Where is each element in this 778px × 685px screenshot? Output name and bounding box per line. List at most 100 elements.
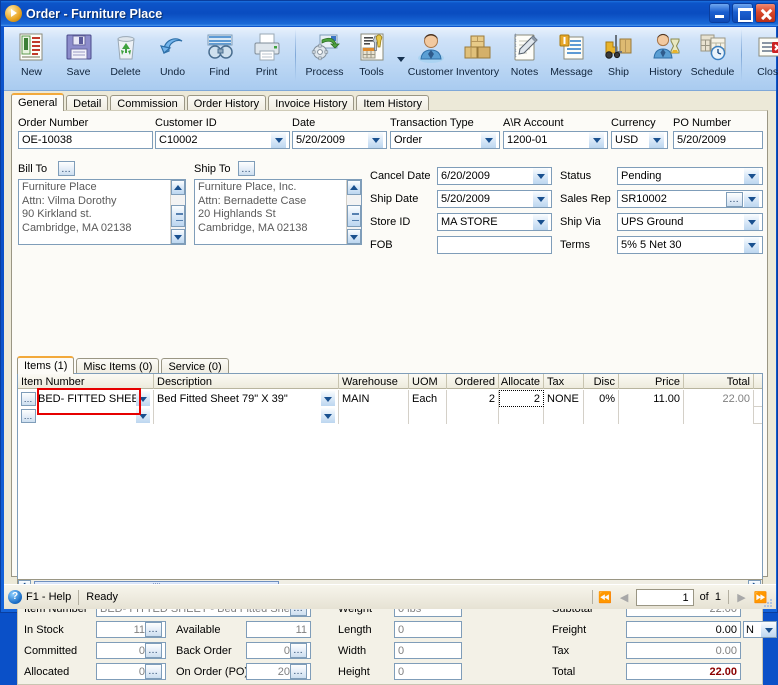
nav-prev-button[interactable]: ◀ (615, 589, 634, 606)
toolbar-button-customer[interactable]: Customer (407, 27, 454, 89)
cell-description[interactable] (154, 407, 339, 424)
scroll-up-icon[interactable] (347, 180, 361, 195)
length-input[interactable]: 0 (394, 621, 462, 638)
allocated-ellipsis-button[interactable]: … (145, 664, 162, 679)
chevron-down-icon[interactable] (532, 191, 548, 207)
chevron-down-icon[interactable] (588, 132, 604, 148)
toolbar-button-inventory[interactable]: Inventory (454, 27, 501, 89)
po-number-input[interactable]: 5/20/2009 (673, 131, 763, 149)
allocated-input[interactable]: 0 … (96, 663, 166, 680)
cell-item-number[interactable]: … BED- FITTED SHEET (18, 390, 154, 407)
table-row[interactable]: … (18, 407, 762, 424)
grid-col-warehouse[interactable]: Warehouse (339, 374, 409, 389)
grid-col-uom[interactable]: UOM (409, 374, 447, 389)
cell-tax[interactable]: NONE (544, 390, 584, 407)
in-stock-ellipsis-button[interactable]: … (145, 622, 162, 637)
title-bar[interactable]: Order - Furniture Place (1, 1, 778, 26)
close-button[interactable] (755, 3, 776, 23)
scroll-down-icon[interactable] (347, 229, 361, 244)
help-button[interactable]: ? F1 - Help (8, 590, 71, 604)
toolbar-button-ship[interactable]: Ship (595, 27, 642, 89)
cell-uom[interactable] (409, 407, 447, 424)
committed-input[interactable]: 0 … (96, 642, 166, 659)
scroll-up-icon[interactable] (171, 180, 185, 195)
scroll-track[interactable] (347, 195, 361, 229)
transaction-type-combo[interactable]: Order (390, 131, 500, 149)
nav-next-button[interactable]: ▶ (732, 589, 751, 606)
bill-to-scrollbar[interactable] (170, 180, 185, 244)
cell-disc[interactable] (584, 407, 619, 424)
tab-service[interactable]: Service (0) (161, 358, 228, 374)
chevron-down-icon[interactable] (136, 391, 150, 406)
on-order-po-ellipsis-button[interactable]: … (290, 664, 307, 679)
toolbar-button-delete[interactable]: Delete (102, 27, 149, 89)
tab-order-history[interactable]: Order History (187, 95, 266, 111)
nav-first-button[interactable]: ⏪ (596, 589, 615, 606)
customer-id-combo[interactable]: C10002 (155, 131, 290, 149)
terms-combo[interactable]: 5% 5 Net 30 (617, 236, 763, 254)
grid-col-tax[interactable]: Tax (544, 374, 584, 389)
cell-uom[interactable]: Each (409, 390, 447, 407)
status-combo[interactable]: Pending (617, 167, 763, 185)
toolbar-button-schedule[interactable]: Schedule (689, 27, 736, 89)
ar-account-combo[interactable]: 1200-01 (503, 131, 608, 149)
toolbar-button-new[interactable]: New (8, 27, 55, 89)
chevron-down-icon[interactable] (743, 214, 759, 230)
cell-disc[interactable]: 0% (584, 390, 619, 407)
freight-input[interactable]: 0.00 (626, 621, 741, 638)
scroll-down-icon[interactable] (171, 229, 185, 244)
scroll-track[interactable] (171, 195, 185, 229)
chevron-down-icon[interactable] (532, 168, 548, 184)
grid-col-item-number[interactable]: Item Number (18, 374, 154, 389)
grid-col-ordered[interactable]: Ordered (447, 374, 499, 389)
height-input[interactable]: 0 (394, 663, 462, 680)
in-stock-input[interactable]: 11 … (96, 621, 166, 638)
grid-col-description[interactable]: Description (154, 374, 339, 389)
tab-misc-items[interactable]: Misc Items (0) (76, 358, 159, 374)
row-ellipsis-button[interactable]: … (21, 392, 36, 406)
grid-col-disc[interactable]: Disc (584, 374, 619, 389)
cell-ordered[interactable] (447, 407, 499, 424)
resize-grip[interactable] (762, 597, 774, 609)
cell-price[interactable]: 11.00 (619, 390, 684, 407)
cell-ordered[interactable]: 2 (447, 390, 499, 407)
fob-input[interactable] (437, 236, 552, 254)
toolbar-button-message[interactable]: Message (548, 27, 595, 89)
chevron-down-icon[interactable] (136, 408, 150, 423)
sales-rep-ellipsis-button[interactable]: … (726, 192, 743, 207)
chevron-down-icon[interactable] (367, 132, 383, 148)
bill-to-ellipsis-button[interactable]: … (58, 161, 75, 176)
toolbar-button-undo[interactable]: Undo (149, 27, 196, 89)
scroll-thumb[interactable] (347, 205, 361, 227)
chevron-down-icon[interactable] (532, 214, 548, 230)
toolbar-button-notes[interactable]: Notes (501, 27, 548, 89)
tab-invoice-history[interactable]: Invoice History (268, 95, 354, 111)
toolbar-button-print[interactable]: Print (243, 27, 290, 89)
cell-price[interactable] (619, 407, 684, 424)
cell-warehouse[interactable] (339, 407, 409, 424)
minimize-button[interactable] (709, 3, 730, 23)
tab-commission[interactable]: Commission (110, 95, 185, 111)
tab-detail[interactable]: Detail (66, 95, 108, 111)
table-row[interactable]: … BED- FITTED SHEET Bed Fitted Sheet 79"… (18, 390, 762, 407)
chevron-down-icon[interactable] (743, 237, 759, 253)
maximize-button[interactable] (732, 3, 753, 23)
cell-allocate[interactable]: 2 (499, 390, 544, 407)
toolbar-button-close[interactable]: Close (747, 27, 778, 89)
tools-dropdown-button[interactable] (395, 27, 407, 89)
chevron-down-icon[interactable] (743, 191, 759, 207)
store-id-combo[interactable]: MA STORE (437, 213, 552, 231)
grid-col-total[interactable]: Total (684, 374, 754, 389)
scroll-thumb[interactable] (171, 205, 185, 227)
freight-taxable-combo[interactable]: N (743, 621, 777, 638)
order-number-input[interactable]: OE-10038 (18, 131, 153, 149)
chevron-down-icon[interactable] (760, 622, 776, 637)
ship-to-scrollbar[interactable] (346, 180, 361, 244)
committed-ellipsis-button[interactable]: … (145, 643, 162, 658)
cell-tax[interactable] (544, 407, 584, 424)
cell-allocate[interactable] (499, 407, 544, 424)
width-input[interactable]: 0 (394, 642, 462, 659)
bill-to-address-box[interactable]: Furniture Place Attn: Vilma Dorothy 90 K… (18, 179, 186, 245)
tab-general[interactable]: General (11, 93, 64, 111)
toolbar-button-tools[interactable]: Tools (348, 27, 395, 89)
